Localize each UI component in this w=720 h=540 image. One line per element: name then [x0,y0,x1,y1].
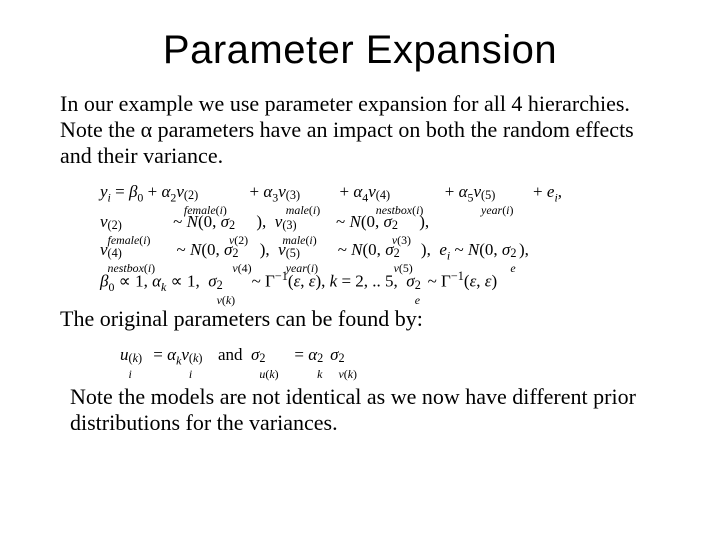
eq-line-3: ν(4)nestbox(i) ~ N(0, σ2ν(4)), ν(5)year(… [100,237,660,265]
slide: Parameter Expansion In our example we us… [0,0,720,540]
eq-line-1: yi = β0 + α2ν(2)female(i) + α3ν(3)male(i… [100,179,660,207]
recover-paragraph: The original parameters can be found by: [60,306,660,332]
model-equations: yi = β0 + α2ν(2)female(i) + α3ν(3)male(i… [100,179,660,297]
intro-paragraph: In our example we use parameter expansio… [60,91,660,169]
eq-line-4: β0 ∝ 1, αk ∝ 1, σ2ν(k) ~ Γ−1(ε, ε), k = … [100,267,660,297]
eq-recover-line: u(k)i = αkν(k)i and σ2u(k) = α2k σ2ν(k) [120,342,660,370]
note-paragraph: Note the models are not identical as we … [70,384,650,436]
recover-equation: u(k)i = αkν(k)i and σ2u(k) = α2k σ2ν(k) [120,342,660,370]
slide-title: Parameter Expansion [60,28,660,73]
